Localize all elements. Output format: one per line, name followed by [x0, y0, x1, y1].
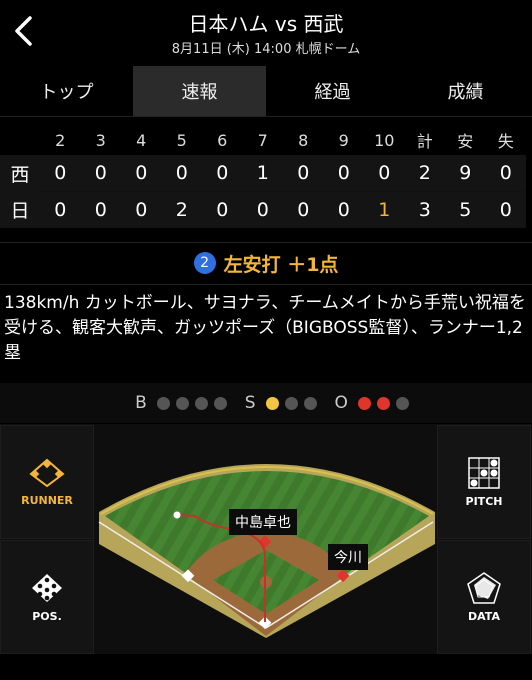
outs-label: O — [334, 393, 348, 413]
ball-dot — [194, 396, 208, 410]
score-cell: 0 — [323, 155, 364, 192]
total-cell: 2 — [404, 155, 445, 192]
tab-progress[interactable]: 経過 — [266, 66, 399, 116]
positions-label: POS. — [32, 609, 62, 623]
game-info: 8月11日 (木) 14:00 札幌ドーム — [171, 42, 361, 57]
footer — [0, 654, 532, 680]
team-row-away: 西 0 0 0 0 0 1 0 0 0 2 9 0 — [0, 155, 526, 192]
score-cell-current: 1 — [364, 191, 405, 228]
runner-button[interactable]: RUNNER — [0, 425, 94, 539]
tab-top[interactable]: トップ — [0, 66, 133, 116]
inning-header: 2 — [40, 125, 81, 155]
inning-header: 7 — [242, 125, 283, 155]
out-dot — [357, 396, 371, 410]
pitch-grid-icon — [468, 456, 500, 489]
divider — [0, 242, 532, 243]
inning-header: 8 — [283, 125, 324, 155]
team-row-home: 日 0 0 0 2 0 0 0 0 1 3 5 0 — [0, 191, 526, 228]
play-result: 左安打 ＋1点 — [223, 253, 339, 276]
ball-dot — [213, 396, 227, 410]
score-cell: 0 — [40, 155, 81, 192]
score-cell: 0 — [202, 155, 243, 192]
inning-header: 9 — [323, 125, 364, 155]
fielder-label: 中島卓也 — [229, 509, 297, 535]
ball-dot — [156, 396, 170, 410]
score-cell: 0 — [242, 191, 283, 228]
team-name: 日 — [0, 191, 40, 228]
inning-header: 5 — [161, 125, 202, 155]
score-cell: 1 — [242, 155, 283, 192]
positions-button[interactable]: POS. — [0, 540, 94, 654]
score-cell: 0 — [283, 191, 324, 228]
baseball-field — [95, 424, 437, 654]
hits-cell: 9 — [445, 155, 486, 192]
score-cell: 0 — [364, 155, 405, 192]
score-cell: 0 — [323, 191, 364, 228]
balls-label: B — [135, 393, 147, 413]
out-dot — [395, 396, 409, 410]
ball-count: B S O — [0, 383, 532, 423]
hits-header: 安 — [445, 125, 486, 155]
errors-cell: 0 — [485, 191, 526, 228]
divider — [0, 284, 532, 285]
hits-cell: 5 — [445, 191, 486, 228]
inning-header: 10 — [364, 125, 405, 155]
tab-stats[interactable]: 成績 — [399, 66, 532, 116]
data-label: DATA — [468, 609, 500, 623]
errors-header: 失 — [485, 125, 526, 155]
score-cell: 0 — [283, 155, 324, 192]
diamond-icon — [29, 458, 65, 487]
strike-dot — [284, 396, 298, 410]
score-cell: 0 — [121, 191, 162, 228]
inning-header: 6 — [202, 125, 243, 155]
play-number-badge: 2 — [193, 252, 216, 274]
runner-label-tag: 今川 — [328, 544, 368, 570]
errors-cell: 0 — [485, 155, 526, 192]
score-cell: 0 — [40, 191, 81, 228]
runner-label: RUNNER — [21, 493, 73, 507]
team-name: 西 — [0, 155, 40, 192]
page-title: 日本ハム vs 西武 — [188, 12, 344, 36]
play-description: 138km/h カットボール、サヨナラ、チームメイトから手荒い祝福を受ける、観客… — [4, 293, 526, 363]
header: 日本ハム vs 西武 8月11日 (木) 14:00 札幌ドーム — [0, 0, 532, 66]
total-header: 計 — [404, 125, 445, 155]
scoreboard: 2 3 4 5 6 7 8 9 10 計 安 失 西 0 0 0 0 0 1 0… — [0, 125, 532, 235]
pitch-button[interactable]: PITCH — [437, 425, 531, 539]
tab-bar: トップ 速報 経過 成績 — [0, 66, 532, 117]
play-summary: 2 左安打 ＋1点 — [0, 246, 532, 280]
strike-dot — [303, 396, 317, 410]
score-cell: 0 — [202, 191, 243, 228]
ball-dot — [175, 396, 189, 410]
radar-chart-icon — [467, 571, 501, 604]
inning-header: 3 — [80, 125, 121, 155]
score-cell: 2 — [161, 191, 202, 228]
score-cell: 0 — [80, 155, 121, 192]
inning-header: 4 — [121, 125, 162, 155]
score-cell: 0 — [161, 155, 202, 192]
strikes-label: S — [244, 393, 256, 413]
ball-marker — [173, 511, 181, 519]
total-cell: 3 — [404, 191, 445, 228]
out-dot — [376, 396, 390, 410]
data-button[interactable]: DATA — [437, 540, 531, 654]
pitch-label: PITCH — [465, 494, 503, 508]
score-cell: 0 — [121, 155, 162, 192]
strike-dot — [265, 396, 279, 410]
score-cell: 0 — [80, 191, 121, 228]
positions-icon — [32, 573, 62, 602]
tab-live[interactable]: 速報 — [133, 66, 266, 116]
